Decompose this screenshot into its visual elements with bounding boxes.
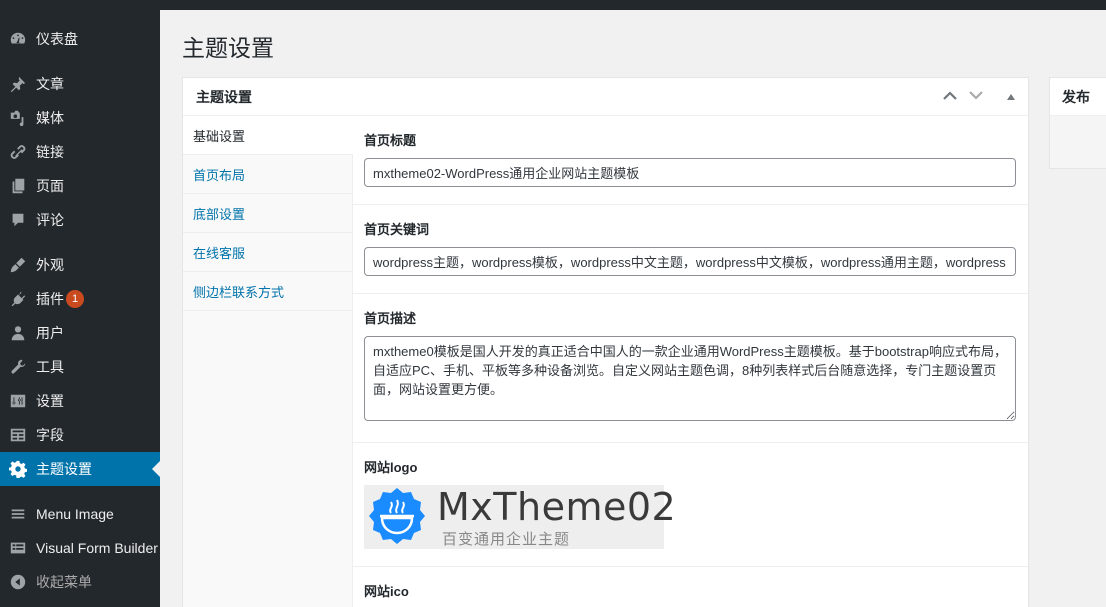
publish-title: 发布 <box>1050 78 1106 116</box>
tab-sidebar-contact[interactable]: 侧边栏联系方式 <box>183 272 352 311</box>
sidebar-item-label: 主题设置 <box>36 461 92 477</box>
tab-footer-settings[interactable]: 底部设置 <box>183 194 352 233</box>
update-count-badge: 1 <box>66 290 84 308</box>
tab-online-service[interactable]: 在线客服 <box>183 233 352 272</box>
settings-tabs: 基础设置 首页布局 底部设置 在线客服 侧边栏联系方式 <box>183 116 353 607</box>
admin-bar <box>0 0 1106 10</box>
menu-icon <box>0 505 36 523</box>
media-icon <box>0 109 36 127</box>
logo-title: MxTheme02 <box>437 485 677 529</box>
site-ico-label: 网站ico <box>364 584 409 599</box>
logo-emblem-icon <box>364 485 430 549</box>
sidebar-item-label: 页面 <box>36 178 64 194</box>
sidebar-item-label: 收起菜单 <box>36 574 92 590</box>
sidebar-item-users[interactable]: 用户 <box>0 316 160 350</box>
box-title: 主题设置 <box>196 88 252 105</box>
tab-home-layout[interactable]: 首页布局 <box>183 155 352 194</box>
sidebar-item-dashboard[interactable]: 仪表盘 <box>0 22 160 56</box>
sidebar-item-label: Menu Image <box>36 506 114 522</box>
wrench-icon <box>0 358 36 376</box>
page-icon <box>0 177 36 195</box>
sidebar-item-comments[interactable]: 评论 <box>0 203 160 237</box>
home-title-label: 首页标题 <box>364 133 417 148</box>
toggle-panel-icon[interactable] <box>1006 88 1016 104</box>
sidebar-item-label: 评论 <box>36 212 64 228</box>
admin-sidebar: 仪表盘 文章 媒体 链接 页面 评论 外观 插件 1 用户 工具 设置 字段 主… <box>0 10 160 607</box>
sidebar-item-label: 仪表盘 <box>36 31 78 47</box>
sidebar-item-media[interactable]: 媒体 <box>0 101 160 135</box>
home-description-label: 首页描述 <box>364 311 417 326</box>
box-header: 主题设置 <box>183 78 1028 116</box>
publish-box: 发布 <box>1049 77 1106 169</box>
settings-fields: 首页标题 首页关键词 首页描述 mxtheme0模板是国人开发的真正适合中国人的… <box>353 116 1028 607</box>
box-controls <box>942 88 1016 104</box>
sidebar-item-label: 外观 <box>36 257 64 273</box>
move-up-icon[interactable] <box>942 88 958 104</box>
brush-icon <box>0 256 36 274</box>
collapse-icon <box>0 573 36 591</box>
site-logo-image[interactable]: MxTheme02 百变通用企业主题 <box>364 485 676 549</box>
field-site-logo: 网站logo MxTheme02 百变通用企业主题 <box>353 443 1028 567</box>
sidebar-item-posts[interactable]: 文章 <box>0 67 160 101</box>
field-home-description: 首页描述 mxtheme0模板是国人开发的真正适合中国人的一款企业通用WordP… <box>353 294 1028 443</box>
sidebar-item-fields[interactable]: 字段 <box>0 418 160 452</box>
site-logo-label: 网站logo <box>364 460 418 475</box>
sidebar-item-label: 用户 <box>36 325 64 341</box>
sidebar-item-label: 字段 <box>36 427 64 443</box>
sidebar-item-plugins[interactable]: 插件 1 <box>0 282 160 316</box>
collapse-menu-button[interactable]: 收起菜单 <box>0 565 160 599</box>
sidebar-item-visual-form-builder[interactable]: Visual Form Builder <box>0 531 160 565</box>
plugin-icon <box>0 290 36 308</box>
sidebar-item-appearance[interactable]: 外观 <box>0 248 160 282</box>
field-home-title: 首页标题 <box>353 116 1028 205</box>
home-description-textarea[interactable]: mxtheme0模板是国人开发的真正适合中国人的一款企业通用WordPress主… <box>364 336 1016 421</box>
sidebar-item-menu-image[interactable]: Menu Image <box>0 497 160 531</box>
sidebar-item-label: 媒体 <box>36 110 64 126</box>
fields-icon <box>0 426 36 444</box>
form-icon <box>0 539 36 557</box>
sidebar-item-label: 工具 <box>36 359 64 375</box>
sidebar-item-label: 设置 <box>36 393 64 409</box>
home-keywords-input[interactable] <box>364 247 1016 276</box>
tab-basic-settings[interactable]: 基础设置 <box>183 116 353 155</box>
sidebar-item-tools[interactable]: 工具 <box>0 350 160 384</box>
user-icon <box>0 324 36 342</box>
dashboard-icon <box>0 30 36 48</box>
theme-settings-box: 主题设置 基础设置 首页布局 底部设置 在线客服 侧边栏联系方式 首页标题 首页… <box>182 77 1029 607</box>
sidebar-item-label: 插件 <box>36 291 64 307</box>
sidebar-item-label: 文章 <box>36 76 64 92</box>
field-site-ico: 网站ico <box>353 567 1028 607</box>
sidebar-item-links[interactable]: 链接 <box>0 135 160 169</box>
sidebar-item-label: Visual Form Builder <box>36 540 158 556</box>
move-down-icon[interactable] <box>968 88 984 104</box>
logo-subtitle: 百变通用企业主题 <box>442 531 571 548</box>
gear-icon <box>0 460 36 478</box>
field-home-keywords: 首页关键词 <box>353 205 1028 294</box>
home-title-input[interactable] <box>364 158 1016 187</box>
settings-icon <box>0 392 36 410</box>
sidebar-item-pages[interactable]: 页面 <box>0 169 160 203</box>
comment-icon <box>0 211 36 229</box>
publish-body <box>1050 116 1106 168</box>
home-keywords-label: 首页关键词 <box>364 222 430 237</box>
link-icon <box>0 143 36 161</box>
sidebar-item-theme-settings[interactable]: 主题设置 <box>0 452 160 486</box>
page-title: 主题设置 <box>182 35 274 61</box>
sidebar-item-label: 链接 <box>36 144 64 160</box>
sidebar-item-settings[interactable]: 设置 <box>0 384 160 418</box>
pin-icon <box>0 75 36 93</box>
